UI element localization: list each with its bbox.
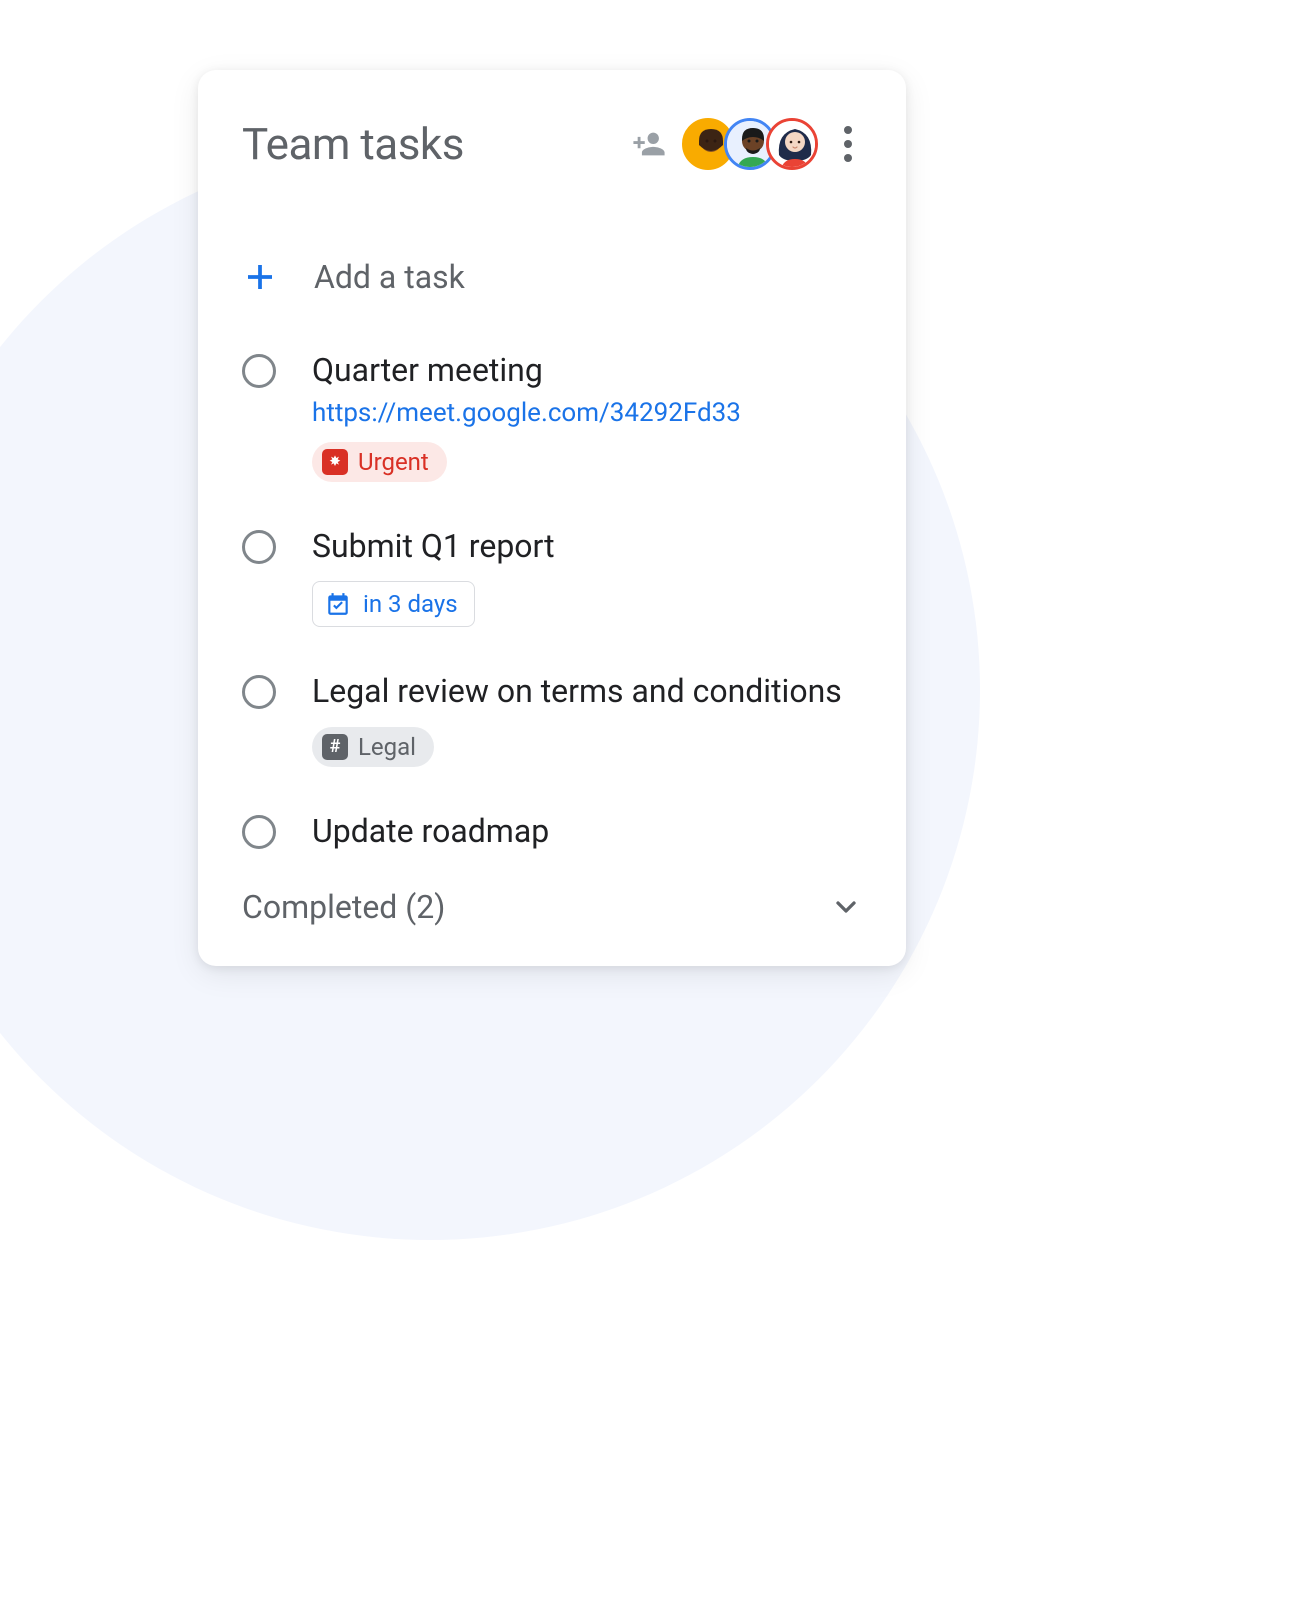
task-title: Quarter meeting [312, 350, 862, 392]
add-task-label: Add a task [314, 258, 465, 296]
task-link[interactable]: https://meet.google.com/34292Fd33 [312, 398, 862, 428]
due-label: in 3 days [363, 590, 458, 618]
tag-legal[interactable]: # Legal [312, 727, 434, 767]
task-body[interactable]: Legal review on terms and conditions # L… [312, 671, 862, 767]
chevron-down-icon [830, 891, 862, 923]
list-title: Team tasks [242, 118, 464, 170]
plus-icon [242, 259, 278, 295]
hash-icon: # [322, 734, 348, 760]
due-date-chip[interactable]: in 3 days [312, 581, 475, 627]
avatar-illustration [769, 121, 818, 170]
completed-label: Completed (2) [242, 888, 445, 926]
task-body[interactable]: Update roadmap [312, 811, 862, 859]
task-title: Update roadmap [312, 811, 862, 853]
person-add-icon [632, 127, 666, 161]
task-checkbox[interactable] [242, 815, 276, 849]
more-menu-button[interactable] [834, 118, 862, 170]
siren-icon [322, 449, 348, 475]
task-title: Legal review on terms and conditions [312, 671, 862, 713]
task-row: Update roadmap [242, 811, 862, 859]
tag-label: Legal [358, 733, 416, 761]
collaborator-avatars [682, 118, 818, 170]
completed-section-toggle[interactable]: Completed (2) [242, 888, 862, 926]
calendar-check-icon [325, 591, 351, 617]
add-task-button[interactable]: Add a task [242, 258, 862, 296]
tasks-card: Team tasks [198, 70, 906, 966]
task-title: Submit Q1 report [312, 526, 862, 568]
task-row: Submit Q1 report in 3 days [242, 526, 862, 628]
header-actions [632, 118, 862, 170]
task-body[interactable]: Quarter meeting https://meet.google.com/… [312, 350, 862, 482]
avatar[interactable] [766, 118, 818, 170]
task-checkbox[interactable] [242, 354, 276, 388]
task-row: Legal review on terms and conditions # L… [242, 671, 862, 767]
tag-urgent[interactable]: Urgent [312, 442, 447, 482]
tag-label: Urgent [358, 448, 429, 476]
task-body[interactable]: Submit Q1 report in 3 days [312, 526, 862, 628]
add-person-button[interactable] [632, 127, 666, 161]
more-vertical-icon [844, 126, 852, 134]
task-checkbox[interactable] [242, 675, 276, 709]
task-checkbox[interactable] [242, 530, 276, 564]
card-header: Team tasks [242, 118, 862, 170]
task-row: Quarter meeting https://meet.google.com/… [242, 350, 862, 482]
